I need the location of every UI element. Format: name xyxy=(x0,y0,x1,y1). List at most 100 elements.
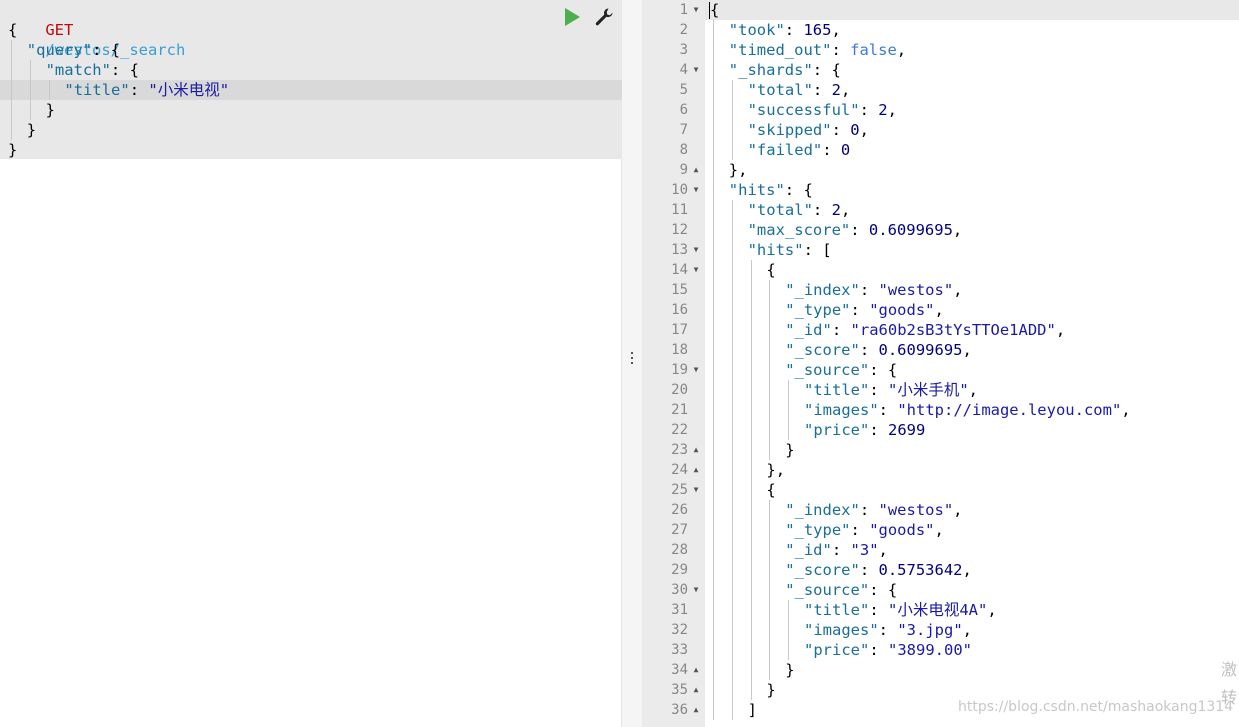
response-line[interactable]: "_index": "westos", xyxy=(785,280,962,300)
response-line[interactable]: { xyxy=(766,260,775,280)
response-line[interactable]: }, xyxy=(729,160,748,180)
json-punct: : xyxy=(869,421,888,439)
json-punct: , xyxy=(952,221,963,239)
json-value: "小米电视4A" xyxy=(888,601,988,619)
line-number: 18 xyxy=(671,342,688,358)
response-line[interactable]: "_index": "westos", xyxy=(785,500,962,520)
json-value: 0.5753642 xyxy=(878,561,963,579)
json-value: 0.6099695 xyxy=(878,341,963,359)
response-line[interactable]: "timed_out": false, xyxy=(729,40,906,60)
fold-caret-down-icon[interactable]: ▼ xyxy=(691,260,701,280)
response-viewer[interactable]: 1 ▼ 2 3 4 ▼ 5 6 7 8 9 ▲ 10 ▼ 11 12 13 ▼ 14 ▼ 15 16 17 18 19 ▼ 20 21… xyxy=(642,0,1239,727)
response-line[interactable]: } xyxy=(766,680,775,700)
json-punct: : { xyxy=(92,41,121,59)
indent-guide xyxy=(29,60,31,120)
request-line[interactable]: } xyxy=(8,140,17,160)
fold-caret-up-icon[interactable]: ▲ xyxy=(691,160,701,180)
active-line-highlight xyxy=(705,0,1239,20)
response-line[interactable]: } xyxy=(785,660,794,680)
json-key: "query" xyxy=(26,41,93,59)
request-line[interactable]: } xyxy=(46,100,55,120)
line-number: 14 xyxy=(671,262,688,278)
fold-caret-down-icon[interactable]: ▼ xyxy=(691,360,701,380)
response-line[interactable]: }, xyxy=(766,460,785,480)
request-line[interactable]: "match": { xyxy=(46,60,139,80)
response-line[interactable]: "hits": { xyxy=(729,180,813,200)
response-line[interactable]: } xyxy=(785,440,794,460)
response-line[interactable]: "hits": [ xyxy=(748,240,832,260)
response-line[interactable]: "_score": 0.6099695, xyxy=(785,340,972,360)
response-line[interactable]: "title": "小米电视4A", xyxy=(804,600,997,620)
request-line[interactable]: "title": "小米电视" xyxy=(64,80,229,100)
fold-caret-down-icon[interactable]: ▼ xyxy=(691,480,701,500)
request-editor[interactable]: GET /westos/_search { "query": {"match": … xyxy=(0,0,622,727)
json-value: "westos" xyxy=(878,501,954,519)
json-punct: , xyxy=(878,541,888,559)
json-punct: : xyxy=(869,601,888,619)
json-punct: { xyxy=(8,21,18,39)
fold-caret-down-icon[interactable]: ▼ xyxy=(691,240,701,260)
fold-caret-down-icon[interactable]: ▼ xyxy=(691,180,701,200)
line-number: 9 xyxy=(679,162,688,178)
line-number: 11 xyxy=(671,202,688,218)
response-line[interactable]: ] xyxy=(748,700,757,720)
play-icon xyxy=(565,8,580,26)
response-line[interactable]: "_score": 0.5753642, xyxy=(785,560,972,580)
response-line[interactable]: "_shards": { xyxy=(729,60,841,80)
response-line[interactable]: "max_score": 0.6099695, xyxy=(748,220,963,240)
text-cursor xyxy=(709,2,710,19)
indent-guide xyxy=(788,600,790,660)
response-line[interactable]: "images": "3.jpg", xyxy=(804,620,972,640)
line-number: 25 xyxy=(671,482,688,498)
response-line[interactable]: "_source": { xyxy=(785,580,897,600)
line-number: 15 xyxy=(671,282,688,298)
response-line[interactable]: "_source": { xyxy=(785,360,897,380)
response-line[interactable]: { xyxy=(766,480,775,500)
request-line-header[interactable]: GET /westos/_search xyxy=(8,0,185,59)
line-number: 8 xyxy=(679,142,688,158)
response-line[interactable]: "_type": "goods", xyxy=(785,300,944,320)
response-line[interactable]: "failed": 0 xyxy=(748,140,851,160)
json-punct: : xyxy=(859,501,879,519)
response-line[interactable]: "price": 2699 xyxy=(804,420,925,440)
json-punct: : { xyxy=(869,361,898,379)
fold-caret-down-icon[interactable]: ▼ xyxy=(691,60,701,80)
json-key: "hits" xyxy=(747,241,804,259)
line-number: 7 xyxy=(679,122,688,138)
response-line[interactable]: "total": 2, xyxy=(748,200,851,220)
fold-caret-up-icon[interactable]: ▲ xyxy=(691,680,701,700)
fold-caret-down-icon[interactable]: ▼ xyxy=(691,0,701,20)
json-value: "goods" xyxy=(869,301,935,319)
run-request-button[interactable] xyxy=(562,7,582,27)
json-key: "_id" xyxy=(785,541,832,559)
response-line[interactable]: "images": "http://image.leyou.com", xyxy=(804,400,1131,420)
json-punct: : xyxy=(850,521,870,539)
response-line[interactable]: "_type": "goods", xyxy=(785,520,944,540)
json-value: 0.6099695 xyxy=(868,221,953,239)
fold-caret-up-icon[interactable]: ▲ xyxy=(691,440,701,460)
response-line[interactable]: "took": 165, xyxy=(729,20,841,40)
request-line[interactable]: { xyxy=(8,20,17,40)
response-line[interactable]: "title": "小米手机", xyxy=(804,380,978,400)
response-line[interactable]: "price": "3899.00" xyxy=(804,640,972,660)
response-line[interactable]: "_id": "ra60b2sB3tYsTTOe1ADD", xyxy=(785,320,1065,340)
response-line[interactable]: { xyxy=(710,0,719,20)
line-number: 34 xyxy=(671,662,688,678)
pane-splitter[interactable] xyxy=(622,0,642,727)
line-number: 20 xyxy=(671,382,688,398)
json-key: "_type" xyxy=(785,521,851,539)
fold-caret-up-icon[interactable]: ▲ xyxy=(691,700,701,720)
request-line[interactable]: } xyxy=(27,120,36,140)
json-punct: , xyxy=(962,621,972,639)
response-line[interactable]: "_id": "3", xyxy=(785,540,888,560)
response-line[interactable]: "skipped": 0, xyxy=(748,120,869,140)
response-line[interactable]: "successful": 2, xyxy=(748,100,897,120)
line-number: 22 xyxy=(671,422,688,438)
http-method[interactable]: GET xyxy=(45,21,73,39)
request-line[interactable]: "query": { xyxy=(27,40,120,60)
fold-caret-up-icon[interactable]: ▲ xyxy=(691,460,701,480)
fold-caret-up-icon[interactable]: ▲ xyxy=(691,660,701,680)
response-line[interactable]: "total": 2, xyxy=(748,80,851,100)
request-settings-button[interactable] xyxy=(594,7,614,27)
fold-caret-down-icon[interactable]: ▼ xyxy=(691,580,701,600)
